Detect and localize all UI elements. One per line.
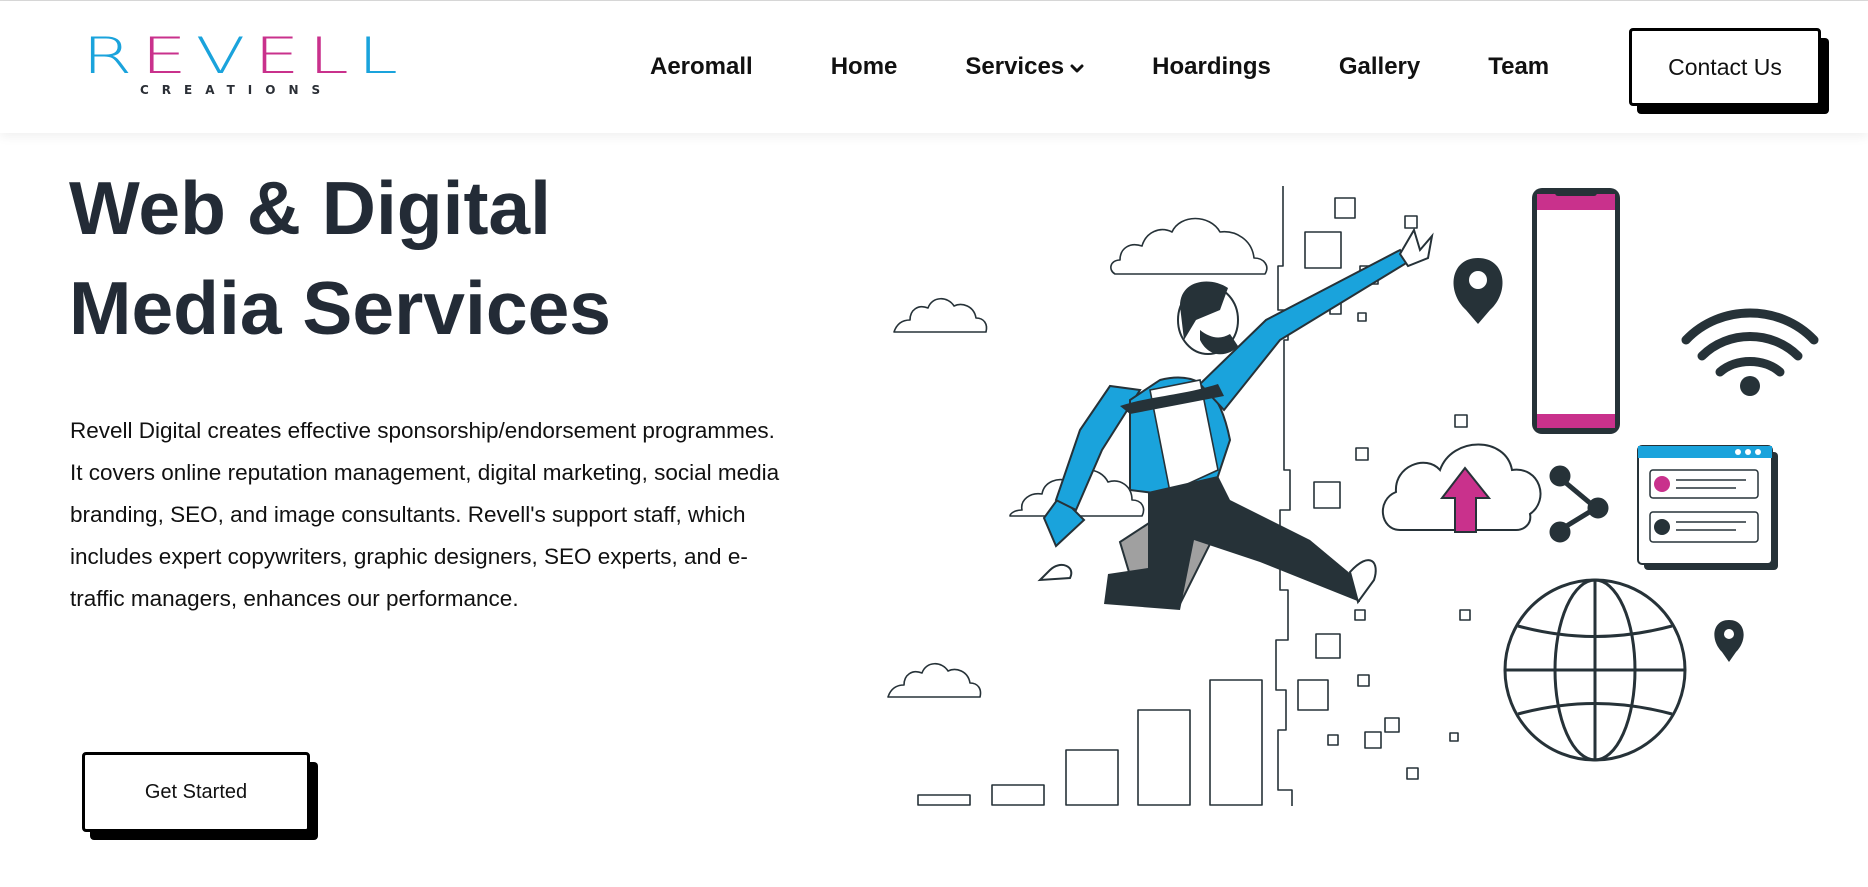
logo-letter: V [195,27,254,85]
upload-cloud-icon [1381,443,1542,533]
bar-icon [991,784,1045,806]
share-icon [1549,465,1609,543]
nav-label: Team [1488,53,1550,80]
main-nav: Aeromall Home Services Hoardings Gallery… [650,1,1607,133]
logo-wordmark: REVELL [82,31,407,81]
logo-letter: R [82,27,142,85]
divider-line [1275,186,1293,806]
nav-label: Home [830,53,898,80]
logo-letters: REVELL [82,27,407,85]
logo-letter: E [141,27,196,85]
nav-label: Gallery [1338,53,1421,80]
hero-title: Web & Digital Media Services [69,158,789,358]
nav-item-gallery[interactable]: Gallery [1339,53,1420,81]
smartphone-icon [1532,188,1620,434]
nav-item-services[interactable]: Services [965,53,1084,81]
logo-letter: L [308,27,358,85]
nav-label: Aeromall [650,53,753,80]
location-pin-icon [1453,258,1503,324]
bar-icon [1209,679,1263,806]
logo-letter: E [253,27,309,85]
logo-subtitle: CREATIONS [140,83,334,97]
contact-us-button[interactable]: Contact Us [1629,28,1821,106]
chevron-down-icon [1070,53,1084,81]
contact-button-wrap: Contact Us [1629,28,1829,120]
cloud-icon [887,662,982,698]
hero-title-line-1: Web & Digital [69,166,551,250]
hero-title-line-2: Media Services [69,266,611,350]
bar-icon [917,794,971,806]
location-pin-icon [1714,620,1744,662]
digital-marketing-illustration [887,186,1819,806]
nav-item-hoardings[interactable]: Hoardings [1152,53,1271,81]
cloud-icon [893,297,988,333]
get-started-wrap: Get Started [82,752,322,842]
nav-label: Services [965,53,1065,80]
bar-icon [1137,709,1191,806]
brand-logo[interactable]: REVELL CREATIONS [82,31,402,103]
bar-icon [1065,749,1119,806]
cloud-icon [1110,217,1268,275]
nav-label: Hoardings [1152,53,1271,80]
businessman-figure [1037,227,1434,610]
logo-letter: L [357,27,407,85]
site-header: REVELL CREATIONS Aeromall Home Services … [0,1,1868,133]
nav-item-home[interactable]: Home [831,53,898,81]
nav-item-aeromall[interactable]: Aeromall [650,53,753,81]
wifi-icon [1681,308,1819,377]
get-started-button[interactable]: Get Started [82,752,310,832]
hero-paragraph: Revell Digital creates effective sponsor… [70,418,780,611]
chat-window-icon [1637,445,1778,570]
globe-icon [1503,578,1687,762]
nav-item-team[interactable]: Team [1488,53,1549,81]
